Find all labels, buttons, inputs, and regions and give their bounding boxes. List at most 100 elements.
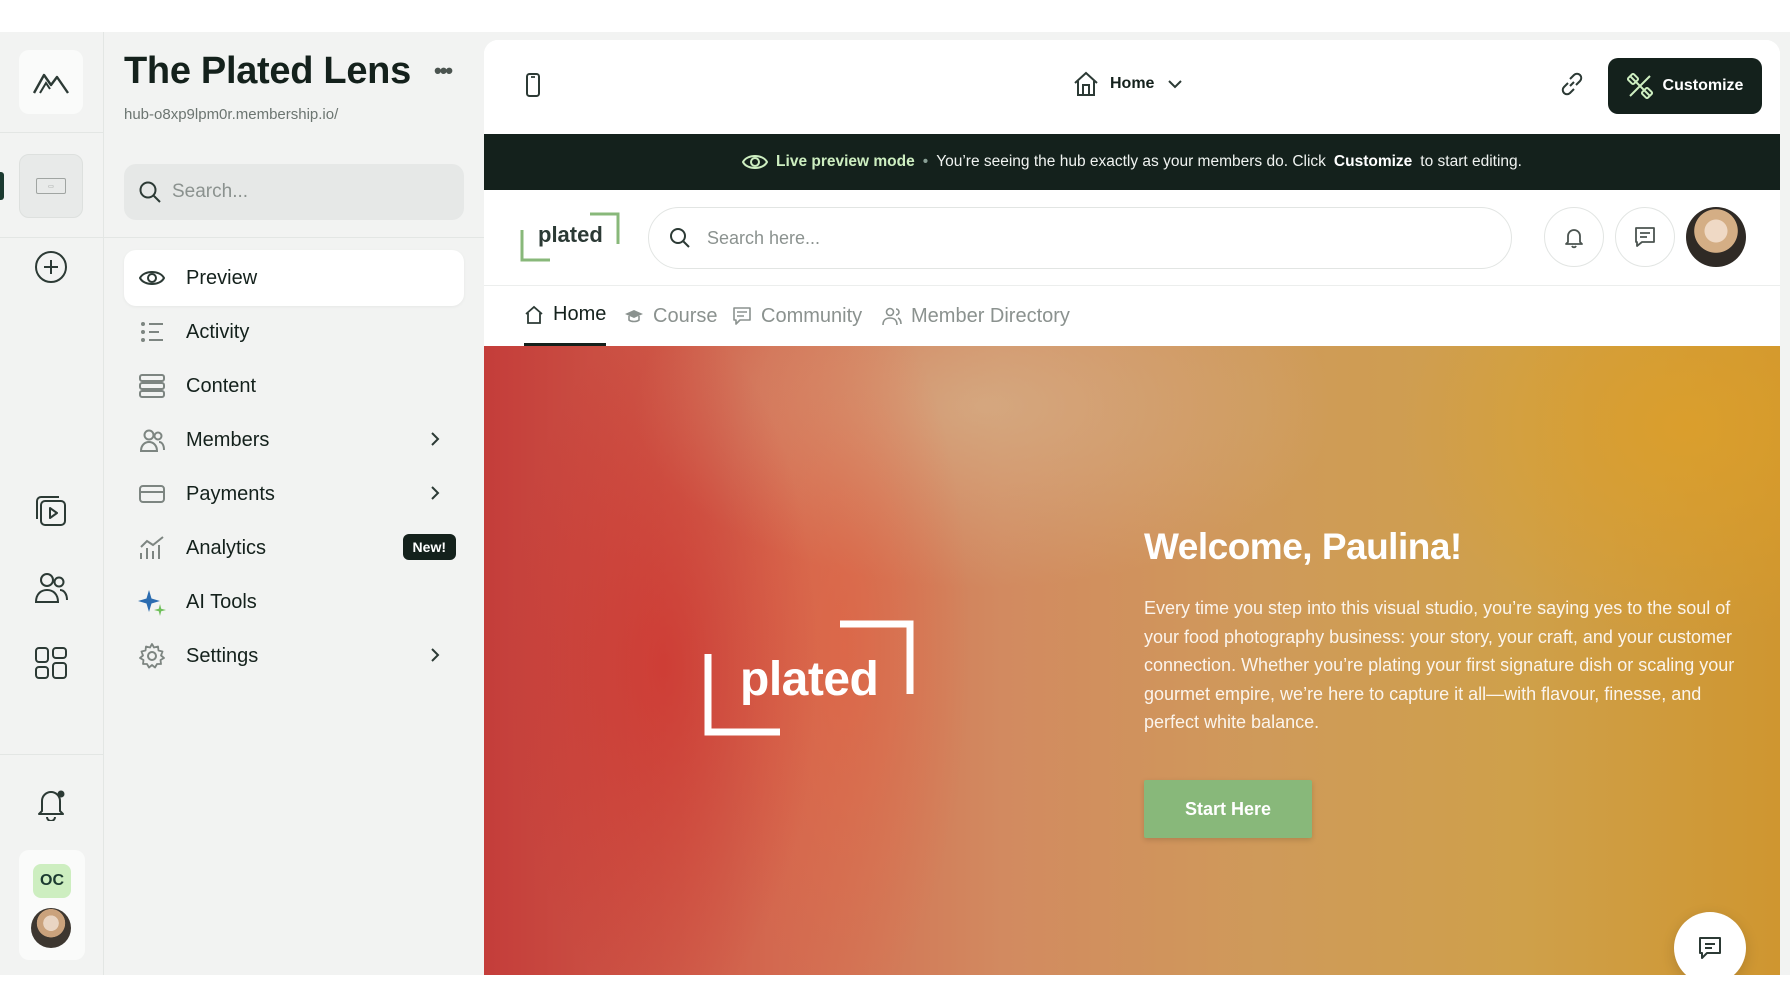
start-here-button[interactable]: Start Here xyxy=(1144,780,1312,838)
hub-logo-text: plated xyxy=(538,222,603,247)
sidebar-item-label: Payments xyxy=(186,482,275,505)
credit-card-icon xyxy=(138,480,166,508)
message-icon xyxy=(1635,227,1655,247)
chevron-right-icon xyxy=(424,428,446,455)
tab-label: Course xyxy=(653,304,718,327)
sidebar-item-label: Content xyxy=(186,374,257,397)
sidebar-item-payments[interactable]: Payments xyxy=(124,466,464,522)
page-selector-dropdown[interactable]: Home xyxy=(1072,70,1186,98)
sidebar-item-analytics[interactable]: Analytics New! xyxy=(124,520,464,576)
rail-divider xyxy=(0,754,104,755)
sidebar-item-preview[interactable]: Preview xyxy=(124,250,464,306)
sidebar-item-content[interactable]: Content xyxy=(124,358,464,414)
tab-course[interactable]: Course xyxy=(624,286,717,346)
page-selector-label: Home xyxy=(1110,75,1155,92)
people-icon[interactable] xyxy=(30,566,72,608)
chevron-right-icon xyxy=(424,482,446,509)
tab-label: Community xyxy=(761,304,863,327)
sidebar-search-input[interactable]: Search... xyxy=(124,164,464,220)
search-icon xyxy=(670,228,690,248)
org-initials-badge[interactable]: OC xyxy=(33,864,71,898)
mountain-logo-icon[interactable] xyxy=(19,50,83,114)
bell-icon xyxy=(1565,229,1583,249)
video-library-icon[interactable] xyxy=(30,490,72,532)
home-icon xyxy=(1074,71,1098,96)
sidebar-item-settings[interactable]: Settings xyxy=(124,628,464,684)
hub-thumbnail-mark: ▭ xyxy=(36,178,66,194)
banner-text-end: to start editing. xyxy=(1420,153,1522,170)
sidebar-item-label: Settings xyxy=(186,644,259,667)
banner-text: You’re seeing the hub exactly as your me… xyxy=(936,153,1326,170)
sidebar-search-placeholder: Search... xyxy=(172,181,249,202)
gear-icon xyxy=(138,642,166,670)
tab-home[interactable]: Home xyxy=(524,286,607,346)
hub-thumbnail-icon[interactable]: ▭ xyxy=(19,154,83,218)
customize-button[interactable]: Customize xyxy=(1608,58,1762,114)
hub-tabs: Home Course Community Member Directory xyxy=(484,286,1780,346)
sidebar-item-members[interactable]: Members xyxy=(124,412,464,468)
sidebar-divider xyxy=(104,237,484,238)
hero-logo-text: plated xyxy=(740,653,879,706)
customize-button-label: Customize xyxy=(1662,77,1744,94)
member-avatar[interactable] xyxy=(1686,207,1746,267)
sidebar-item-label: Activity xyxy=(186,320,250,343)
rail-divider xyxy=(0,237,104,238)
customize-tools-icon xyxy=(1626,73,1653,99)
banner-lead: Live preview mode xyxy=(776,153,915,170)
sidebar-item-ai-tools[interactable]: AI Tools xyxy=(124,574,464,630)
hub-sidebar: The Plated Lens ••• hub-o8xp9lpm0r.membe… xyxy=(104,32,484,975)
banner-emphasis: Customize xyxy=(1333,153,1413,170)
sparkle-icon xyxy=(138,588,166,616)
hero-title: Welcome, Paulina! xyxy=(1144,526,1462,567)
icon-rail: ▭ OC xyxy=(0,32,104,975)
live-preview-banner: Live preview mode • You’re seeing the hu… xyxy=(484,134,1780,190)
add-circle-icon[interactable] xyxy=(30,246,72,288)
eye-icon xyxy=(742,155,769,169)
chat-icon xyxy=(733,307,751,325)
hub-title: The Plated Lens xyxy=(124,50,411,92)
content-stack-icon xyxy=(138,372,166,400)
hub-header: plated Search here... xyxy=(484,190,1780,286)
search-icon xyxy=(139,181,161,203)
app-frame: ▭ OC The Plated Lens ••• hub-o8xp9lpm0r.… xyxy=(0,32,1790,975)
sidebar-item-label: Members xyxy=(186,428,270,451)
notifications-button[interactable] xyxy=(1544,207,1604,267)
message-icon xyxy=(1699,937,1721,959)
new-badge: New! xyxy=(402,534,456,560)
member-directory-icon xyxy=(882,307,902,326)
tab-community[interactable]: Community xyxy=(732,286,862,346)
hub-search-placeholder: Search here... xyxy=(707,227,821,248)
eye-icon xyxy=(138,264,166,292)
messages-button[interactable] xyxy=(1615,207,1675,267)
hub-preview-panel: Home Customize Live preview mode • You’r… xyxy=(484,40,1780,975)
more-options-icon[interactable]: ••• xyxy=(434,58,453,84)
hero-body: Every time you step into this visual stu… xyxy=(1144,598,1735,732)
preview-toolbar: Home Customize xyxy=(484,40,1780,134)
rail-active-indicator xyxy=(0,172,4,200)
banner-separator: • xyxy=(922,153,929,170)
chevron-right-icon xyxy=(424,644,446,671)
chevron-down-icon xyxy=(1168,80,1183,89)
analytics-chart-icon xyxy=(138,534,166,562)
tab-label: Home xyxy=(553,303,607,325)
sidebar-item-label: Preview xyxy=(186,266,258,289)
chat-fab-button[interactable] xyxy=(1674,912,1746,975)
apps-grid-icon[interactable] xyxy=(30,642,72,684)
hero-banner: plated Welcome, Paulina! Every time you … xyxy=(484,346,1780,975)
user-avatar[interactable] xyxy=(31,908,71,948)
sidebar-item-label: AI Tools xyxy=(186,590,257,613)
graduation-cap-icon xyxy=(625,310,643,323)
home-icon xyxy=(525,305,543,324)
hub-url[interactable]: hub-o8xp9lpm0r.membership.io/ xyxy=(124,106,338,123)
account-switcher[interactable]: OC xyxy=(19,850,85,960)
sidebar-item-label: Analytics xyxy=(186,536,267,559)
activity-list-icon xyxy=(138,318,166,346)
rail-divider xyxy=(0,132,104,133)
sidebar-item-activity[interactable]: Activity xyxy=(124,304,464,360)
copy-link-icon[interactable] xyxy=(1558,70,1586,103)
mobile-view-icon[interactable] xyxy=(524,72,542,103)
hub-search-input[interactable]: Search here... xyxy=(648,207,1512,269)
tab-member-directory[interactable]: Member Directory xyxy=(882,286,1070,346)
hub-logo[interactable]: plated xyxy=(520,210,624,264)
notification-bell-icon[interactable] xyxy=(30,782,72,824)
